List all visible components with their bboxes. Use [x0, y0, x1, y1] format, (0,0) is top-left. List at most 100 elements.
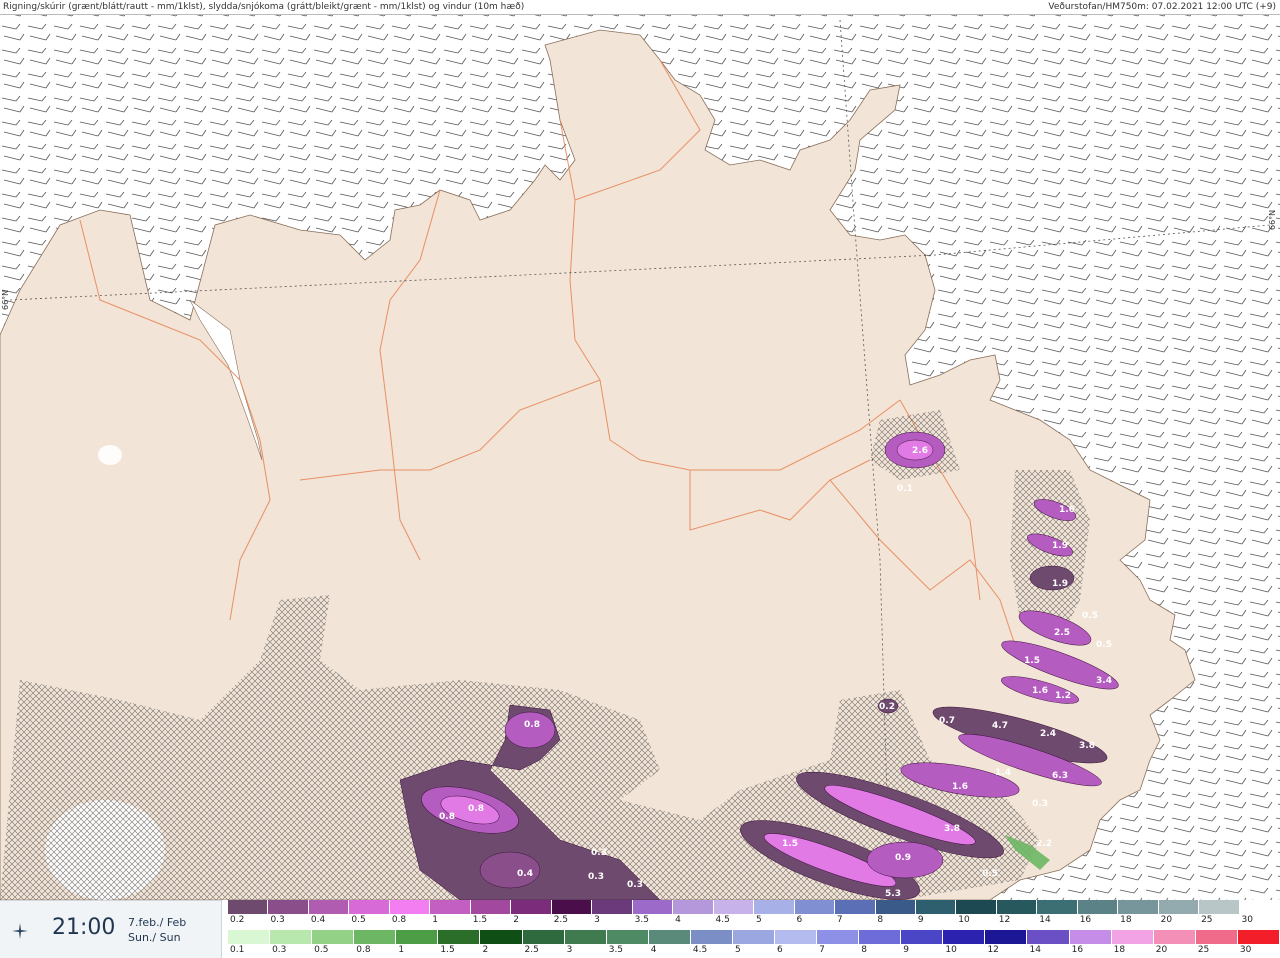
scale-swatch — [396, 930, 439, 944]
precip-label: 0.8 — [468, 804, 484, 814]
scale-swatch — [943, 930, 986, 944]
precip-label: 4.7 — [992, 721, 1008, 731]
scale-label: 25 — [1197, 945, 1210, 955]
scale-label: 8 — [877, 915, 884, 925]
map-title: Rigning/skúrir (grænt/blátt/rautt - mm/1… — [3, 2, 525, 12]
scale-label: 4.5 — [692, 945, 708, 955]
scale-swatch — [956, 900, 997, 914]
scale-swatch — [1195, 930, 1238, 944]
scale-label: 7 — [836, 915, 843, 925]
forecast-time: 21:00 — [52, 915, 116, 940]
precip-label: 0.5 — [1096, 640, 1112, 650]
precip-label: 0.5 — [982, 869, 998, 879]
precip-label: 1.4 — [995, 768, 1011, 778]
precip-label: 3.8 — [944, 824, 960, 834]
scale-label: 6 — [777, 945, 783, 955]
scale-label: 18 — [1120, 915, 1132, 925]
time-panel[interactable]: 21:00 7.feb./ Feb Sun./ Sun — [0, 900, 222, 958]
precip-label: 2.2 — [1036, 839, 1052, 849]
precip-label: 2.5 — [1054, 628, 1070, 638]
footer-bar: 21:00 7.feb./ Feb Sun./ Sun 0.2 0.3 0.4 0.5… — [0, 900, 1280, 958]
scale-label: 0.3 — [270, 915, 285, 925]
scale-label: 10 — [958, 915, 970, 925]
scale-label: 7 — [819, 945, 825, 955]
precip-label: 6.3 — [1052, 771, 1068, 781]
scale-label: 0.1 — [230, 945, 245, 955]
scale-swatch — [817, 930, 860, 944]
scale-swatch — [606, 930, 649, 944]
scale-swatch — [732, 930, 776, 944]
precip-label: 2.4 — [1040, 729, 1056, 739]
scale-label: 30 — [1241, 915, 1253, 925]
snow-color-bar — [228, 900, 1280, 914]
precip-label: 0.9 — [895, 853, 911, 863]
forecast-map[interactable]: 66°N 66°N 2.6 0.1 1.6 1.9 1.9 0.5 2.5 0.… — [0, 15, 1280, 900]
precip-label: 1.9 — [1052, 541, 1068, 551]
precip-label: 5.3 — [885, 889, 901, 899]
scale-label: 0.8 — [391, 915, 407, 925]
scale-label: 0.5 — [314, 945, 329, 955]
scale-swatch — [673, 900, 714, 914]
scale-label: 9 — [917, 915, 924, 925]
scale-swatch — [1153, 930, 1196, 944]
snow-scale-labels: 0.2 0.3 0.4 0.5 0.8 1 1.5 2 2.5 3 3.5 4 4.5 5 6 7 8 9 10 12… — [228, 915, 1280, 927]
scale-label: 12 — [987, 945, 999, 955]
scale-label: 14 — [1029, 945, 1041, 955]
scale-label: 2.5 — [524, 945, 539, 955]
scale-label: 1.5 — [440, 945, 455, 955]
scale-label: 4.5 — [715, 915, 730, 925]
scale-swatch — [551, 900, 593, 914]
precip-label: 0.3 — [588, 872, 604, 882]
scale-swatch — [349, 900, 390, 914]
lat-label-left: 66°N — [1, 290, 10, 310]
scale-swatch — [1239, 900, 1280, 914]
scale-swatch — [754, 900, 795, 914]
scale-swatch — [901, 930, 944, 944]
scale-swatch — [564, 930, 607, 944]
scale-label: 8 — [861, 945, 867, 955]
scale-label: 6 — [796, 915, 803, 925]
scale-swatch — [713, 900, 755, 914]
scale-label: 9 — [903, 945, 909, 955]
precip-label: 0.5 — [1082, 611, 1098, 621]
forecast-day: Sun./ Sun — [128, 931, 181, 944]
scale-swatch — [228, 900, 269, 914]
precip-label: 1.5 — [1024, 656, 1040, 666]
scale-swatch — [1199, 900, 1240, 914]
scale-swatch — [996, 900, 1038, 914]
scale-swatch — [1237, 930, 1280, 944]
scale-label: 0.2 — [230, 915, 245, 925]
scale-label: 4 — [675, 915, 681, 925]
scale-swatch — [632, 900, 674, 914]
precip-label: 1.2 — [1055, 691, 1071, 701]
precip-label: 1.6 — [952, 782, 968, 792]
scale-label: 12 — [998, 915, 1011, 925]
precip-label: 0.2 — [879, 702, 895, 712]
precip-label: 0.1 — [897, 484, 913, 494]
scale-label: 3.5 — [634, 915, 649, 925]
precip-label: 1.9 — [1052, 579, 1068, 589]
scale-swatch — [354, 930, 397, 944]
scale-swatch — [470, 900, 512, 914]
scale-swatch — [1077, 900, 1119, 914]
scale-swatch — [690, 930, 733, 944]
scale-swatch — [985, 930, 1028, 944]
precip-label: 0.7 — [939, 716, 955, 726]
scale-label: 2 — [482, 945, 489, 955]
precip-label: 1.6 — [1032, 686, 1048, 696]
scale-swatch — [794, 900, 836, 914]
scale-swatch — [835, 900, 876, 914]
rain-scale-labels: 0.1 0.3 0.5 0.8 1 1.5 2 2.5 3 3.5 4 4.5 5 6 7 8 9 10 12 14 1… — [228, 945, 1280, 957]
precip-label: 0.3 — [627, 880, 643, 890]
precip-label: 0.3 — [1032, 799, 1048, 809]
scale-label: 3.5 — [608, 945, 624, 955]
scale-label: 0.5 — [351, 915, 366, 925]
forecast-date: 7.feb./ Feb — [128, 916, 187, 929]
precip-label: 0.4 — [517, 869, 533, 879]
scale-label: 18 — [1113, 945, 1126, 955]
precip-label: 0.3 — [591, 848, 607, 858]
scale-label: 10 — [945, 945, 957, 955]
scale-swatch — [480, 930, 523, 944]
scale-label: 5 — [756, 915, 762, 925]
scale-label: 2.5 — [553, 915, 569, 925]
